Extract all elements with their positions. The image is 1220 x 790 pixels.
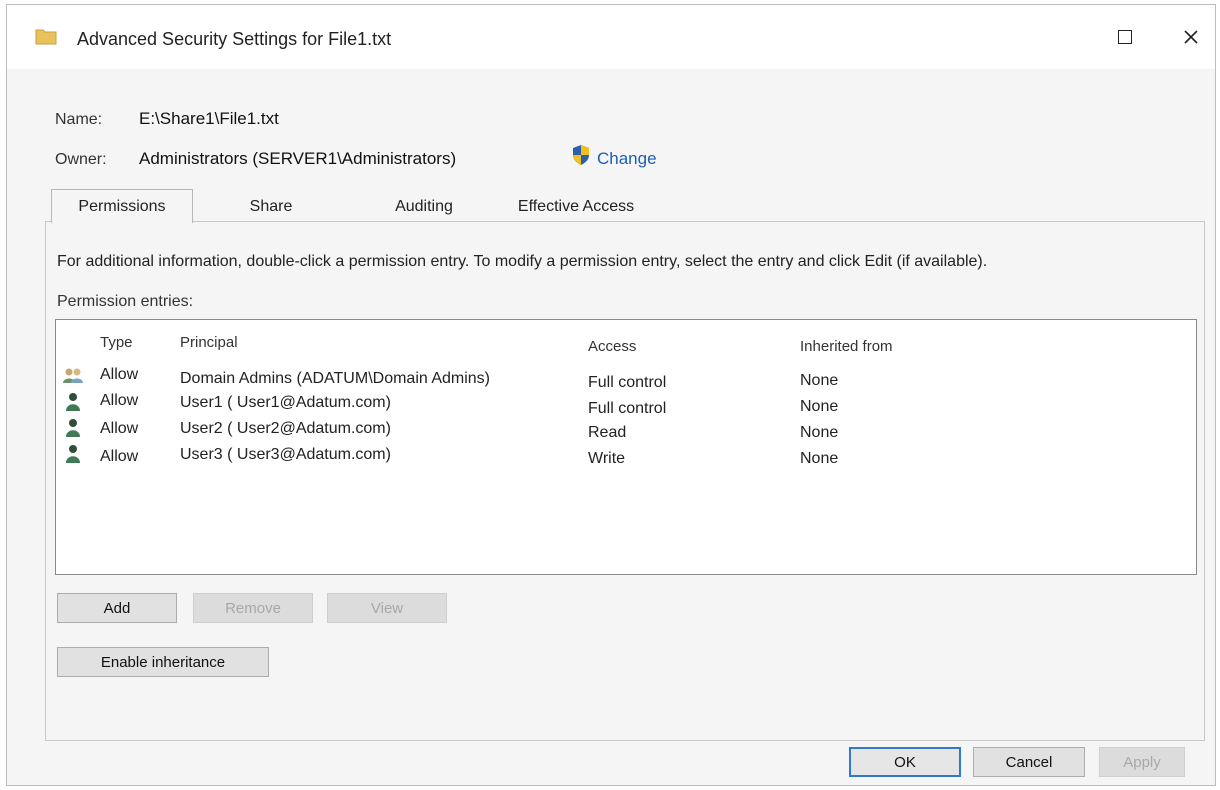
remove-button[interactable]: Remove [193, 593, 313, 623]
name-value: E:\Share1\File1.txt [139, 109, 279, 128]
group-users-icon [63, 368, 83, 383]
entry-type: Allow [100, 420, 139, 437]
permission-entries-label: Permission entries: [57, 293, 194, 310]
column-header-inherited-from[interactable]: Inherited from [800, 338, 893, 355]
tab-effective-access[interactable]: Effective Access [501, 191, 651, 223]
permission-entries-list[interactable]: Type Principal Access Inherited from All… [55, 319, 1197, 575]
ok-button[interactable]: OK [849, 747, 961, 777]
table-row[interactable]: Allow User3 ( User3@Adatum.com) Write No… [56, 444, 1196, 470]
entry-type: Allow [100, 448, 139, 465]
window-title: Advanced Security Settings for File1.txt [77, 29, 392, 49]
entry-principal: User2 ( User2@Adatum.com) [180, 420, 391, 437]
cancel-button[interactable]: Cancel [973, 747, 1085, 777]
entry-inherited: None [800, 424, 839, 441]
enable-inheritance-button[interactable]: Enable inheritance [57, 647, 269, 677]
add-button[interactable]: Add [57, 593, 177, 623]
maximize-button[interactable] [1103, 19, 1147, 55]
close-icon [1184, 30, 1198, 44]
column-header-access[interactable]: Access [588, 338, 636, 355]
tab-strip: Permissions Share Auditing Effective Acc… [51, 189, 1213, 223]
maximize-icon [1118, 30, 1132, 44]
tab-share[interactable]: Share [215, 191, 327, 223]
owner-label: Owner: [55, 151, 107, 168]
title-bar[interactable]: Advanced Security Settings for File1.txt [7, 5, 1215, 69]
entry-access: Full control [588, 400, 667, 417]
entry-type: Allow [100, 392, 139, 409]
view-button[interactable]: View [327, 593, 447, 623]
entry-inherited: None [800, 372, 839, 389]
table-row[interactable]: Allow User2 ( User2@Adatum.com) Read Non… [56, 418, 1196, 444]
entry-type: Allow [100, 366, 139, 383]
name-label: Name: [55, 111, 103, 128]
table-row[interactable]: Allow User1 ( User1@Adatum.com) Full con… [56, 392, 1196, 418]
owner-value: Administrators (SERVER1\Administrators) [139, 149, 457, 168]
entry-principal: User1 ( User1@Adatum.com) [180, 394, 391, 411]
entry-principal: Domain Admins (ADATUM\Domain Admins) [180, 370, 491, 387]
tab-auditing[interactable]: Auditing [369, 191, 479, 223]
entry-principal: User3 ( User3@Adatum.com) [180, 446, 391, 463]
info-text: For additional information, double-click… [57, 253, 988, 270]
folder-icon [35, 29, 57, 45]
column-header-principal[interactable]: Principal [180, 334, 238, 351]
apply-button[interactable]: Apply [1099, 747, 1185, 777]
column-header-type[interactable]: Type [100, 334, 133, 351]
advanced-security-dialog: Advanced Security Settings for File1.txt… [6, 4, 1216, 786]
change-owner-link[interactable]: Change [597, 149, 657, 169]
user-icon [66, 393, 80, 411]
entry-inherited: None [800, 450, 839, 467]
entry-access: Write [588, 450, 626, 467]
user-icon [66, 419, 80, 437]
table-row[interactable]: Allow Domain Admins (ADATUM\Domain Admin… [56, 366, 1196, 392]
close-button[interactable] [1169, 19, 1213, 55]
user-icon [66, 445, 80, 463]
tab-permissions[interactable]: Permissions [51, 189, 193, 223]
entry-inherited: None [800, 398, 839, 415]
uac-shield-icon [573, 145, 589, 165]
entry-access: Full control [588, 374, 667, 391]
entry-access: Read [588, 424, 627, 441]
